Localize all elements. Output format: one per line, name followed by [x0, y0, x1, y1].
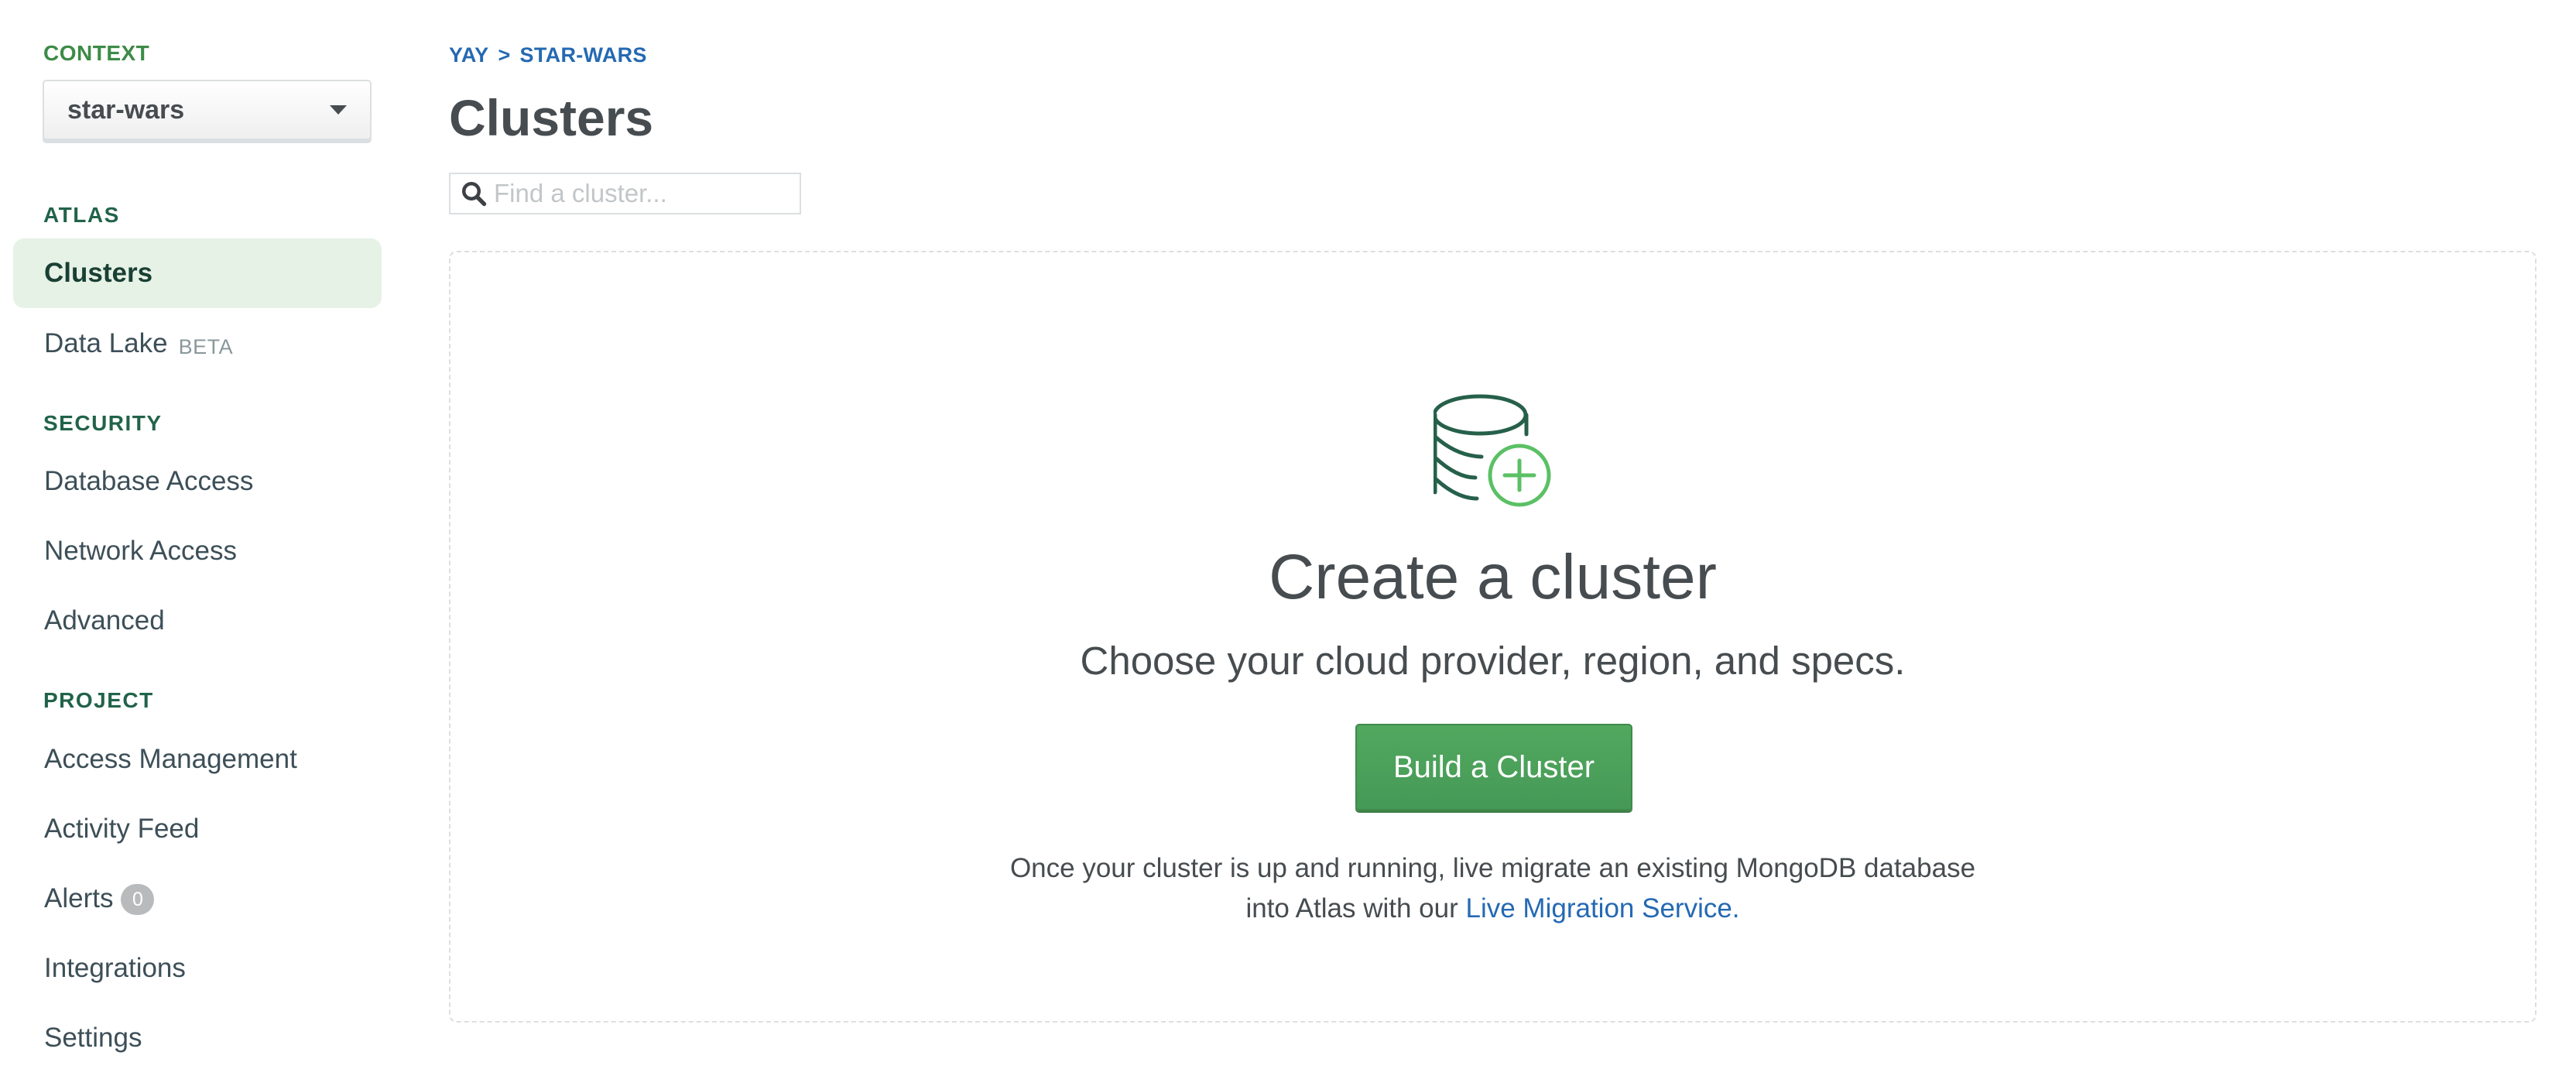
beta-tag: BETA [178, 334, 234, 358]
empty-state-title: Create a cluster [1269, 542, 1717, 612]
database-add-icon [1434, 394, 1551, 507]
sidebar-item-label: Access Management [44, 744, 297, 774]
main-content: YAY>STAR-WARS Clusters Create a [449, 0, 2576, 1076]
empty-state-description: Once your cluster is up and running, liv… [450, 848, 2535, 929]
sidebar-item-database-access[interactable]: Database Access [13, 447, 382, 516]
build-cluster-button[interactable]: Build a Cluster [1355, 724, 1632, 810]
empty-state-subtitle: Choose your cloud provider, region, and … [1080, 639, 1906, 683]
sidebar-item-network-access[interactable]: Network Access [13, 516, 382, 586]
breadcrumb: YAY > STAR-WARS [449, 43, 647, 67]
context-select[interactable]: star-wars [43, 80, 372, 140]
sidebar-item-label: Clusters [44, 258, 153, 288]
sidebar-item-integrations[interactable]: Integrations [13, 934, 382, 1003]
breadcrumb-org[interactable]: YAY [449, 43, 488, 67]
cluster-search[interactable] [449, 173, 801, 214]
description-prefix: into Atlas with our [1245, 893, 1466, 924]
live-migration-link[interactable]: Live Migration Service. [1466, 893, 1740, 924]
sidebar-item-label: Integrations [44, 953, 186, 983]
breadcrumb-project[interactable]: STAR-WARS [520, 43, 647, 67]
sidebar-item-label: Activity Feed [44, 814, 200, 844]
sidebar: CONTEXT star-wars ATLAS Clusters Data La… [0, 0, 402, 1076]
section-label-security: SECURITY [43, 411, 163, 435]
sidebar-item-access-management[interactable]: Access Management [13, 725, 382, 794]
description-line-1: Once your cluster is up and running, liv… [1009, 853, 1976, 883]
section-label-atlas: ATLAS [43, 203, 120, 227]
search-icon [462, 182, 487, 207]
caret-down-icon [330, 105, 347, 115]
sidebar-item-clusters[interactable]: Clusters [13, 238, 382, 308]
context-label: CONTEXT [43, 41, 150, 65]
search-input[interactable] [494, 179, 788, 208]
sidebar-item-label: Advanced [44, 605, 165, 636]
section-label-project: PROJECT [43, 688, 154, 712]
sidebar-item-label: Settings [44, 1023, 142, 1053]
sidebar-item-label: Network Access [44, 536, 237, 566]
sidebar-item-advanced[interactable]: Advanced [13, 586, 382, 656]
sidebar-item-label: Database Access [44, 466, 254, 496]
alerts-count-badge: 0 [121, 884, 155, 915]
empty-state-panel: Create a cluster Choose your cloud provi… [449, 251, 2537, 1023]
sidebar-item-label: Data Lake [44, 328, 168, 358]
sidebar-item-alerts[interactable]: Alerts 0 [13, 864, 382, 934]
breadcrumb-separator: > [498, 43, 511, 67]
context-select-value: star-wars [67, 94, 185, 125]
description-line-2: into Atlas with our Live Migration Servi… [450, 889, 2535, 929]
sidebar-item-data-lake[interactable]: Data Lake BETA [13, 309, 382, 379]
page-title: Clusters [449, 89, 654, 146]
sidebar-item-label: Alerts [44, 883, 114, 913]
sidebar-item-activity-feed[interactable]: Activity Feed [13, 794, 382, 864]
sidebar-item-settings[interactable]: Settings [13, 1003, 382, 1073]
